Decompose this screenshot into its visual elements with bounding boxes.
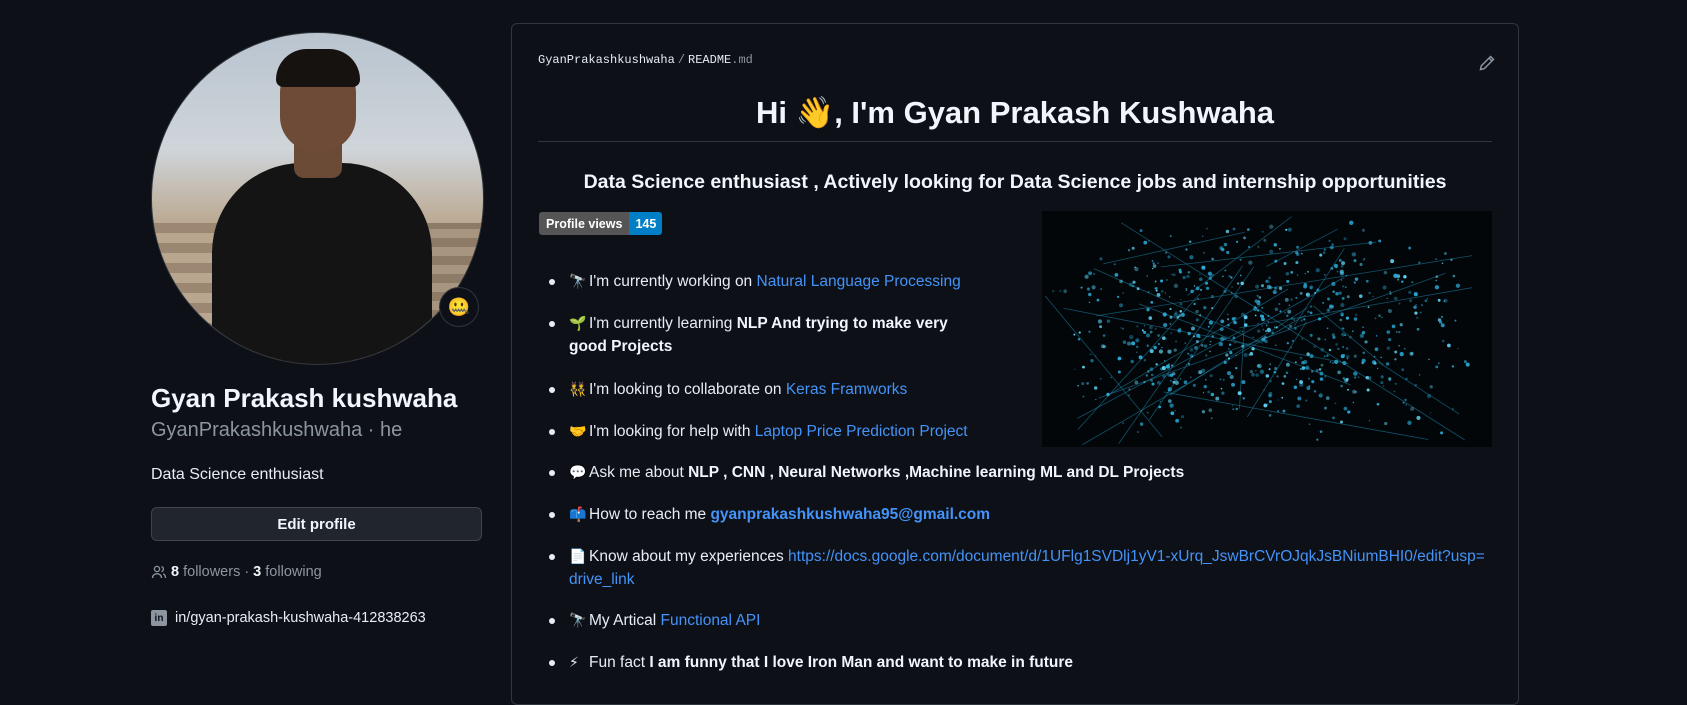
list-item: 📫 How to reach me gyanprakashkushwaha95@g… [548,503,990,526]
following-link[interactable]: 3 following [253,564,322,580]
readme-title: Hi 👋, I'm Gyan Prakash Kushwaha [755,95,1275,130]
list-item: ⚡ Fun fact I am funny that I love Iron Ma… [548,651,1073,674]
readme-breadcrumb: GyanPrakashkushwaha / README.md [538,53,753,67]
readme-card: GyanPrakashkushwaha / README.md Hi 👋, I'm … [511,23,1519,705]
mailbox-icon: 📫 [569,506,587,522]
list-item: 🌱 I'm currently learning NLP And trying t… [549,312,989,358]
avatar[interactable] [151,32,484,365]
list-item: 💬 Ask me about NLP , CNN , Neural Network… [548,461,1184,484]
edit-profile-button[interactable]: Edit profile [151,507,482,541]
list-item: 🔭 I'm currently working on Natural Langua… [549,270,961,293]
profile-views-badge: Profile views 145 [539,212,663,235]
dancers-icon: 👯 [569,381,587,397]
avatar-container: 🤐 [151,32,484,365]
linkedin-row: in in/gyan-prakash-kushwaha-412838263 [151,610,426,626]
readme-subtitle: Data Science enthusiast , Actively looki… [583,171,1447,193]
profile-username: GyanPrakashkushwaha · he [151,419,403,441]
badge-value: 145 [629,212,663,235]
lightning-icon: ⚡ [569,654,579,670]
follow-separator: · [244,564,250,580]
list-item: 👯 I'm looking to collaborate on Keras Fra… [548,378,907,401]
item-link[interactable]: Natural Language Processing [757,273,961,290]
network-visualization-image [1042,211,1492,447]
profile-bio: Data Science enthusiast [151,466,324,483]
breadcrumb-file-ext: .md [731,53,753,67]
followers-count: 8 [171,564,180,580]
breadcrumb-separator: / [677,53,686,67]
speech-bubble-icon: 💬 [569,464,587,480]
item-link[interactable]: Functional API [660,612,760,629]
telescope-icon: 🔭 [569,612,587,628]
telescope-icon: 🔭 [569,273,587,289]
handshake-icon: 🤝 [569,423,587,439]
badge-label: Profile views [539,212,630,235]
item-link[interactable]: Laptop Price Prediction Project [755,423,968,440]
follow-stats: 8 followers · 3 following [151,564,322,580]
people-icon [151,565,167,579]
following-count: 3 [253,564,262,580]
status-emoji: 🤐 [447,296,471,317]
linkedin-icon: in [151,610,167,626]
list-item: 🔭 My Artical Functional API [548,609,760,632]
email-link[interactable]: gyanprakashkushwaha95@gmail.com [710,506,990,523]
breadcrumb-user-link[interactable]: GyanPrakashkushwaha [538,53,675,67]
followers-link[interactable]: 8 followers [171,564,240,580]
profile-name: Gyan Prakash kushwaha [151,383,458,413]
linkedin-link[interactable]: in/gyan-prakash-kushwaha-412838263 [175,610,426,626]
edit-pencil-icon[interactable] [1478,54,1496,72]
following-label: following [265,564,322,580]
followers-label: followers [183,564,241,580]
list-item: 📄 Know about my experiences https://docs.… [549,545,1489,591]
item-link[interactable]: Keras Framworks [786,381,907,398]
seedling-icon: 🌱 [569,315,587,331]
document-icon: 📄 [569,548,587,564]
title-divider [538,141,1492,142]
list-item: 🤝 I'm looking for help with Laptop Price … [549,420,968,443]
breadcrumb-file: README [688,53,732,67]
status-emoji-button[interactable]: 🤐 [439,287,479,327]
